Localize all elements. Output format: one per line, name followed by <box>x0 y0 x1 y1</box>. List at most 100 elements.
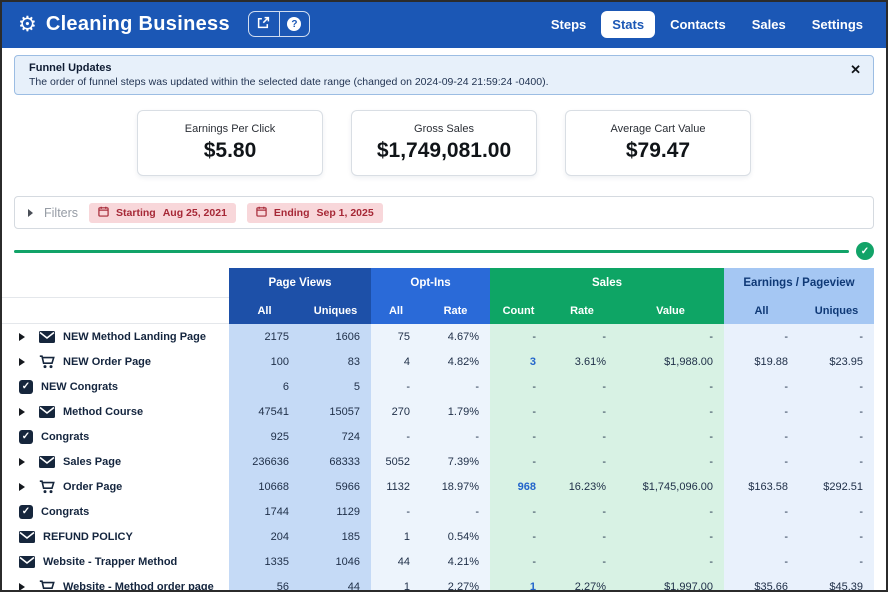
cell-sales: - <box>490 449 547 474</box>
cell-opt: 4.82% <box>421 349 490 374</box>
navbar-button-group: ? <box>247 11 310 37</box>
badge-value: Sep 1, 2025 <box>316 206 374 219</box>
cell-sales: - <box>547 424 617 449</box>
expand-caret-icon[interactable] <box>19 457 25 466</box>
cell-pv: 724 <box>300 424 371 449</box>
cell-sales: - <box>547 374 617 399</box>
checkbox-icon: ✓ <box>19 504 33 519</box>
cell-sales: - <box>617 374 724 399</box>
expand-caret-icon[interactable] <box>19 482 25 491</box>
cell-opt: 44 <box>371 549 421 574</box>
cart-icon <box>39 579 55 592</box>
tab-contacts[interactable]: Contacts <box>659 11 737 38</box>
cell-earn: $163.58 <box>724 474 799 499</box>
tab-stats[interactable]: Stats <box>601 10 656 38</box>
column-group-page-views: Page Views <box>229 268 371 298</box>
cell-pv: 6 <box>229 374 300 399</box>
envelope-icon <box>39 455 55 468</box>
cell-opt: - <box>421 499 490 524</box>
funnel-step-new-method-landing-page[interactable]: NEW Method Landing Page <box>0 324 229 349</box>
cell-sales: $1,745,096.00 <box>617 474 724 499</box>
cell-pv: 68333 <box>300 449 371 474</box>
funnel-step-congrats[interactable]: ✓ Congrats <box>0 424 229 449</box>
badge-value: Aug 25, 2021 <box>162 206 227 219</box>
help-button[interactable]: ? <box>278 12 309 36</box>
cell-pv: 5966 <box>300 474 371 499</box>
cart-icon <box>39 479 55 494</box>
cell-pv: 2175 <box>229 324 300 349</box>
table-group-header-row: Page Views Opt-Ins Sales Earnings / Pagevie… <box>0 268 888 298</box>
envelope-icon <box>39 330 55 343</box>
cell-pv: 100 <box>229 349 300 374</box>
open-external-button[interactable] <box>249 12 279 36</box>
envelope-icon <box>39 405 55 418</box>
table-row: Website - Method order page 56 44 1 2.27% 1 2.… <box>0 574 888 592</box>
table-row: ✓ Congrats 1744 1129- - - - - - - <box>0 499 888 524</box>
funnel-step-new-congrats[interactable]: ✓ NEW Congrats <box>0 374 229 399</box>
cell-sales: - <box>617 424 724 449</box>
funnel-step-website-method-order-page[interactable]: Website - Method order page <box>0 574 229 592</box>
progress-bar <box>14 249 849 253</box>
cell-opt: 4 <box>371 349 421 374</box>
column-group-earnings-pageview: Earnings / Pageview <box>724 268 874 298</box>
envelope-icon <box>19 530 35 543</box>
funnel-step-refund-policy[interactable]: REFUND POLICY <box>0 524 229 549</box>
filter-badge-ending[interactable]: Ending Sep 1, 2025 <box>246 202 383 223</box>
filter-badge-starting[interactable]: Starting Aug 25, 2021 <box>89 202 236 223</box>
stat-label: Average Cart Value <box>610 123 706 135</box>
column-header-sales-value: Value <box>617 298 724 324</box>
sales-count-link[interactable]: 1 <box>490 574 547 592</box>
filters-bar[interactable]: Filters Starting Aug 25, 2021 Ending Sep… <box>14 196 874 229</box>
cell-pv: 1606 <box>300 324 371 349</box>
stat-value: $79.47 <box>625 139 691 162</box>
check-icon: ✓ <box>856 242 874 260</box>
cell-sales: 16.23% <box>547 474 617 499</box>
sales-count-link[interactable]: 3 <box>490 349 547 374</box>
cell-earn: $19.88 <box>724 349 799 374</box>
badge-name: Ending <box>273 206 310 219</box>
tab-sales[interactable]: Sales <box>741 11 797 38</box>
cell-pv: 47541 <box>229 399 300 424</box>
cell-sales: - <box>490 499 547 524</box>
expand-caret-icon[interactable] <box>19 582 25 591</box>
funnel-step-label: REFUND POLICY <box>43 530 133 543</box>
cell-opt: 270 <box>371 399 421 424</box>
cell-earn: - <box>799 324 874 349</box>
funnel-step-method-course[interactable]: Method Course <box>0 399 229 424</box>
cell-earn: - <box>799 524 874 549</box>
column-group-sales: Sales <box>490 268 724 298</box>
cell-sales: - <box>617 549 724 574</box>
checkbox-icon: ✓ <box>19 379 33 394</box>
close-icon[interactable]: ✕ <box>850 63 861 76</box>
checkbox-icon: ✓ <box>19 429 33 444</box>
cell-pv: 83 <box>300 349 371 374</box>
funnel-step-new-order-page[interactable]: NEW Order Page <box>0 349 229 374</box>
funnel-step-label: NEW Congrats <box>41 380 118 393</box>
cell-sales: $1,997.00 <box>617 574 724 592</box>
cell-earn: - <box>799 499 874 524</box>
cell-earn: $45.39 <box>799 574 874 592</box>
cell-opt: 0.54% <box>421 524 490 549</box>
expand-caret-icon[interactable] <box>19 407 25 416</box>
tab-settings[interactable]: Settings <box>801 11 874 38</box>
badge-name: Starting <box>116 206 156 219</box>
table-row: ✓ Congrats 925 724- - - - - - - <box>0 424 888 449</box>
gear-icon: ⚙ <box>18 12 37 36</box>
tab-steps[interactable]: Steps <box>540 11 597 38</box>
funnel-step-label: Website - Trapper Method <box>43 555 178 568</box>
expand-caret-icon[interactable] <box>19 357 25 366</box>
cell-pv: 44 <box>300 574 371 592</box>
help-icon: ? <box>287 17 302 31</box>
funnel-step-website-trapper-method[interactable]: Website - Trapper Method <box>0 549 229 574</box>
funnel-step-congrats[interactable]: ✓ Congrats <box>0 499 229 524</box>
table-row: NEW Order Page 100 83 4 4.82% 3 3.61% $1,988.00… <box>0 349 888 374</box>
table-row: Sales Page 236636 68333 5052 7.39% - - - - - <box>0 449 888 474</box>
funnel-step-sales-page[interactable]: Sales Page <box>0 449 229 474</box>
cell-pv: 1335 <box>229 549 300 574</box>
expand-caret-icon[interactable] <box>28 208 33 217</box>
expand-caret-icon[interactable] <box>19 332 25 341</box>
sales-count-link[interactable]: 968 <box>490 474 547 499</box>
funnel-step-order-page[interactable]: Order Page <box>0 474 229 499</box>
cell-earn: - <box>724 424 799 449</box>
cell-earn: - <box>799 374 874 399</box>
